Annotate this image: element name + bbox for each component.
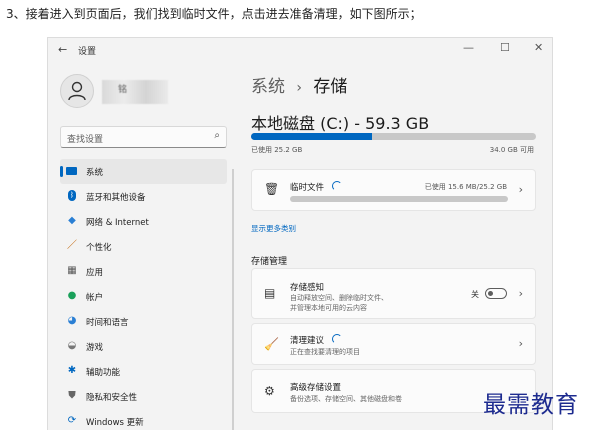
breadcrumb-parent[interactable]: 系统 [251, 77, 285, 97]
sidebar-item-label: 时间和语言 [86, 318, 129, 328]
storage-sense-card[interactable]: ▤ 存储感知 自动释放空间、删除临时文件、 并管理本地可用的云内容 关 › [251, 268, 536, 319]
sidebar-item-bluetooth[interactable]: ᛒ 蓝牙和其他设备 [60, 184, 227, 209]
sidebar-item-accessibility[interactable]: ✱ 辅助功能 [60, 359, 227, 384]
toggle-state-label: 关 [471, 290, 479, 299]
avatar[interactable] [60, 74, 94, 108]
person-avatar-icon [68, 81, 86, 101]
available-label: 34.0 GB 可用 [489, 146, 534, 154]
sidebar-item-label: 帐户 [86, 293, 104, 303]
chevron-right-icon: › [518, 183, 523, 196]
caption-text: 3、接着进入到页面后，我们找到临时文件，点击进去准备清理，如下图所示； [6, 7, 422, 21]
sidebar-divider [232, 169, 234, 430]
loading-spinner-icon [332, 334, 343, 344]
sidebar-item-label: 隐私和安全性 [86, 393, 138, 403]
cleanup-recommendations-card[interactable]: 🧹 清理建议 正在查找要清理的项目 › [251, 323, 536, 365]
chevron-right-icon: › [518, 337, 523, 350]
temp-files-status: 已使用 15.6 MB/25.2 GB [424, 183, 507, 191]
sidebar-item-label: 网络 & Internet [86, 218, 149, 228]
sidebar-item-label: Windows 更新 [86, 418, 144, 428]
page-title: 存储 [313, 77, 348, 97]
search-icon: ⌕ [214, 130, 220, 141]
sidebar-item-label: 蓝牙和其他设备 [86, 193, 146, 203]
show-more-categories-link[interactable]: 显示更多类别 [251, 223, 296, 234]
globe-icon: ◕ [67, 315, 77, 326]
storage-sense-desc-1: 自动释放空间、删除临时文件、 [290, 294, 388, 302]
person-icon: ● [67, 290, 77, 301]
storage-sense-toggle[interactable] [485, 288, 507, 299]
monitor-icon [66, 165, 78, 177]
drive-title: 本地磁盘 (C:) - 59.3 GB [251, 114, 430, 133]
sidebar-item-label: 系统 [86, 168, 104, 178]
bluetooth-icon: ᛒ [68, 190, 76, 201]
settings-window: ← 设置 — ☐ ✕ 铭 查找设置 ⌕ 系统 ᛒ 蓝牙和其他设备 ◆ 网络 & … [47, 37, 553, 430]
close-button[interactable]: ✕ [534, 41, 543, 54]
window-title: 设置 [78, 47, 97, 57]
breadcrumb-separator: › [296, 80, 303, 96]
sidebar-item-system[interactable]: 系统 [60, 159, 227, 184]
search-input[interactable]: 查找设置 ⌕ [60, 126, 227, 148]
sidebar-item-label: 应用 [86, 268, 104, 278]
sidebar-item-windows-update[interactable]: ⟳ Windows 更新 [60, 409, 227, 430]
storage-sense-desc-2: 并管理本地可用的云内容 [290, 304, 367, 312]
apps-icon: ▦ [67, 265, 77, 276]
sidebar-item-label: 辅助功能 [86, 368, 121, 378]
sidebar-item-apps[interactable]: ▦ 应用 [60, 259, 227, 284]
temp-files-card[interactable]: 🗑 临时文件 已使用 15.6 MB/25.2 GB › [251, 169, 536, 211]
profile-name: 铭 [102, 80, 168, 104]
temp-files-bar [290, 196, 508, 202]
storage-usage-fill [251, 133, 373, 140]
sidebar-item-personalization[interactable]: ／ 个性化 [60, 234, 227, 259]
wifi-icon: ◆ [68, 215, 76, 226]
used-label: 已使用 25.2 GB [251, 146, 303, 154]
sidebar-item-gaming[interactable]: ◒ 游戏 [60, 334, 227, 359]
storage-sense-icon: ▤ [264, 286, 276, 300]
advanced-storage-title: 高级存储设置 [290, 383, 342, 393]
storage-sense-title: 存储感知 [290, 283, 325, 293]
gamepad-icon: ◒ [67, 340, 77, 351]
broom-icon: 🧹 [264, 337, 279, 351]
chevron-right-icon: › [518, 287, 523, 300]
title-bar: ← 设置 — ☐ ✕ [48, 38, 552, 62]
brush-icon: ／ [67, 240, 77, 251]
sidebar-item-label: 游戏 [86, 343, 104, 353]
watermark-text: 最需教育 [483, 392, 579, 418]
sidebar-item-time-language[interactable]: ◕ 时间和语言 [60, 309, 227, 334]
accessibility-icon: ✱ [67, 365, 77, 376]
advanced-storage-desc: 备份选项、存储空间、其他磁盘和卷 [290, 395, 402, 403]
search-placeholder: 查找设置 [67, 135, 104, 145]
temp-files-title: 临时文件 [290, 181, 343, 193]
sidebar-item-label: 个性化 [86, 243, 112, 253]
sidebar-item-accounts[interactable]: ● 帐户 [60, 284, 227, 309]
back-arrow-icon[interactable]: ← [58, 43, 67, 56]
sidebar-nav: 系统 ᛒ 蓝牙和其他设备 ◆ 网络 & Internet ／ 个性化 ▦ 应用 … [60, 159, 227, 430]
breadcrumb: 系统 › 存储 [251, 72, 347, 97]
update-icon: ⟳ [67, 415, 77, 426]
sidebar-item-network[interactable]: ◆ 网络 & Internet [60, 209, 227, 234]
cleanup-title: 清理建议 [290, 334, 343, 346]
storage-management-heading: 存储管理 [251, 257, 288, 267]
loading-spinner-icon [332, 181, 343, 191]
cleanup-desc: 正在查找要清理的项目 [290, 348, 360, 356]
trash-icon: 🗑 [264, 182, 280, 196]
sidebar-item-privacy[interactable]: ⛊ 隐私和安全性 [60, 384, 227, 409]
minimize-button[interactable]: — [463, 41, 474, 54]
shield-icon: ⛊ [68, 390, 76, 401]
maximize-button[interactable]: ☐ [500, 41, 510, 54]
gear-icon: ⚙ [264, 384, 275, 398]
storage-usage-bar [251, 133, 536, 140]
